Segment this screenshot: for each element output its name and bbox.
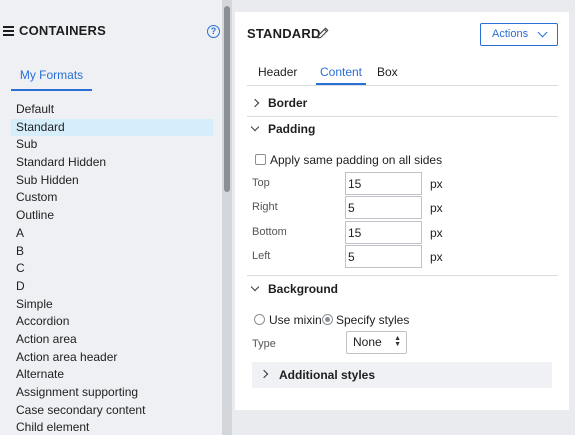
format-item-d[interactable]: D xyxy=(11,278,213,296)
padding-top-label: Top xyxy=(252,177,270,189)
specify-styles-label: Specify styles xyxy=(336,313,410,327)
background-mode-radios: Use mixin Specify styles xyxy=(254,313,474,329)
format-item-custom[interactable]: Custom xyxy=(11,189,213,207)
format-item-simple[interactable]: Simple xyxy=(11,296,213,314)
same-padding-label: Apply same padding on all sides xyxy=(270,153,443,167)
containers-title: CONTAINERS xyxy=(19,23,106,38)
chevron-right-icon xyxy=(259,369,269,379)
padding-top-unit: px xyxy=(430,177,443,191)
padding-left-row: Left px xyxy=(252,245,452,268)
specify-styles-radio[interactable] xyxy=(322,314,333,325)
help-icon[interactable]: ? xyxy=(207,25,220,38)
format-item-a[interactable]: A xyxy=(11,225,213,243)
padding-right-row: Right px xyxy=(252,196,452,219)
format-detail-panel: STANDARD Actions Header Content Box Bord… xyxy=(235,12,569,410)
hamburger-menu-icon[interactable] xyxy=(3,26,14,36)
format-item-standard-hidden[interactable]: Standard Hidden xyxy=(11,154,213,172)
format-item-assignment-supporting[interactable]: Assignment supporting xyxy=(11,384,213,402)
padding-left-unit: px xyxy=(430,250,443,264)
chevron-down-icon xyxy=(250,122,260,132)
actions-button-label: Actions xyxy=(492,28,529,40)
format-item-b[interactable]: B xyxy=(11,243,213,261)
format-item-outline[interactable]: Outline xyxy=(11,207,213,225)
containers-panel: CONTAINERS ? My Formats Default Standard… xyxy=(0,0,222,435)
scrollbar-thumb[interactable] xyxy=(224,6,230,192)
padding-bottom-unit: px xyxy=(430,226,443,240)
padding-bottom-row: Bottom px xyxy=(252,221,452,244)
format-list: Default Standard Sub Standard Hidden Sub… xyxy=(11,101,213,435)
format-item-default[interactable]: Default xyxy=(11,101,213,119)
padding-section-header[interactable]: Padding xyxy=(247,118,558,142)
tab-header[interactable]: Header xyxy=(258,62,297,85)
left-panel-scrollbar[interactable] xyxy=(222,0,232,435)
padding-right-unit: px xyxy=(430,201,443,215)
use-mixin-radio[interactable] xyxy=(254,314,265,325)
padding-top-input[interactable] xyxy=(345,172,422,195)
padding-section-label: Padding xyxy=(268,122,316,136)
format-item-sub[interactable]: Sub xyxy=(11,136,213,154)
format-item-action-area[interactable]: Action area xyxy=(11,331,213,349)
format-item-child-element[interactable]: Child element xyxy=(11,419,213,435)
padding-left-input[interactable] xyxy=(345,245,422,268)
padding-left-label: Left xyxy=(252,250,271,262)
tab-content[interactable]: Content xyxy=(316,62,366,85)
format-item-c[interactable]: C xyxy=(11,260,213,278)
format-item-action-area-header[interactable]: Action area header xyxy=(11,349,213,367)
pencil-edit-icon[interactable] xyxy=(316,26,330,40)
use-mixin-label: Use mixin xyxy=(269,313,322,327)
format-item-standard[interactable]: Standard xyxy=(11,118,213,137)
tab-box[interactable]: Box xyxy=(377,62,398,85)
type-label: Type xyxy=(252,338,276,350)
divider xyxy=(247,116,558,117)
type-select-value: None xyxy=(353,335,382,349)
padding-top-row: Top px xyxy=(252,172,452,195)
chevron-down-icon xyxy=(537,27,548,38)
background-section-label: Background xyxy=(268,282,339,296)
tab-my-formats[interactable]: My Formats xyxy=(11,64,92,91)
padding-right-input[interactable] xyxy=(345,196,422,219)
padding-bottom-input[interactable] xyxy=(345,221,422,244)
tabs-divider xyxy=(247,85,558,86)
padding-right-label: Right xyxy=(252,201,278,213)
chevron-right-icon xyxy=(250,98,260,108)
actions-button[interactable]: Actions xyxy=(480,23,558,46)
containers-header: CONTAINERS ? xyxy=(0,22,222,42)
format-item-case-secondary-content[interactable]: Case secondary content xyxy=(11,402,213,420)
border-section-label: Border xyxy=(268,96,308,110)
additional-styles-header[interactable]: Additional styles xyxy=(252,362,552,388)
chevron-down-icon xyxy=(250,282,260,292)
additional-styles-label: Additional styles xyxy=(279,368,376,382)
format-item-sub-hidden[interactable]: Sub Hidden xyxy=(11,172,213,190)
select-arrows-icon: ▲ ▼ xyxy=(394,335,401,348)
border-section-header[interactable]: Border xyxy=(247,92,558,116)
background-section-header[interactable]: Background xyxy=(247,278,558,302)
padding-bottom-label: Bottom xyxy=(252,226,287,238)
divider xyxy=(247,275,558,276)
type-select[interactable]: None ▲ ▼ xyxy=(346,331,407,354)
format-title: STANDARD xyxy=(247,26,321,41)
format-item-alternate[interactable]: Alternate xyxy=(11,366,213,384)
same-padding-checkbox[interactable] xyxy=(255,154,266,165)
format-item-accordion[interactable]: Accordion xyxy=(11,313,213,331)
